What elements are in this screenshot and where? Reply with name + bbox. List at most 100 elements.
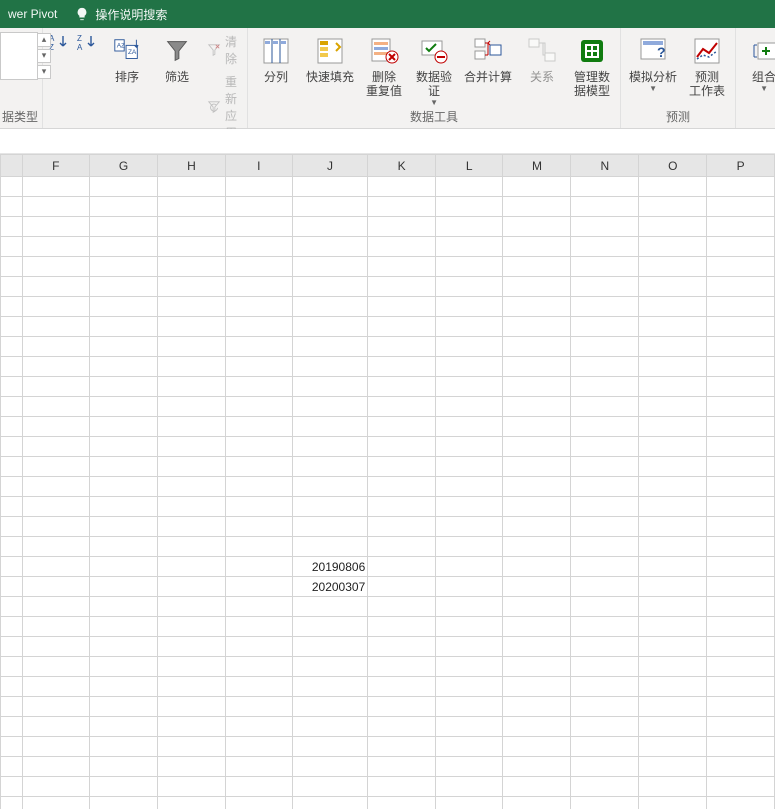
cell[interactable] — [158, 577, 226, 597]
row-gutter[interactable] — [1, 417, 23, 437]
cell[interactable] — [158, 657, 226, 677]
relationships-button[interactable]: 关系 — [520, 32, 564, 84]
cell[interactable] — [90, 777, 158, 797]
cell[interactable] — [292, 277, 367, 297]
cell[interactable] — [90, 677, 158, 697]
cell[interactable] — [571, 537, 639, 557]
cell[interactable] — [368, 397, 436, 417]
cell[interactable] — [292, 477, 367, 497]
data-validation-button[interactable]: 数据验 证 ▼ — [412, 32, 456, 107]
sort-button[interactable]: AZZA 排序 — [105, 32, 149, 84]
cell[interactable] — [639, 597, 707, 617]
cell[interactable] — [158, 757, 226, 777]
cell[interactable] — [639, 657, 707, 677]
row-gutter[interactable] — [1, 797, 23, 809]
cell[interactable] — [639, 197, 707, 217]
flash-fill-button[interactable]: 快速填充 — [304, 32, 356, 84]
cell[interactable] — [22, 797, 90, 809]
cell[interactable] — [571, 277, 639, 297]
row-gutter[interactable] — [1, 557, 23, 577]
cell[interactable] — [22, 677, 90, 697]
cell[interactable] — [707, 677, 775, 697]
cell[interactable] — [639, 537, 707, 557]
cell[interactable] — [435, 557, 502, 577]
cell[interactable] — [225, 497, 292, 517]
whatif-analysis-button[interactable]: ? 模拟分析 ▼ — [627, 32, 679, 93]
cell[interactable] — [639, 797, 707, 809]
cell[interactable] — [158, 597, 226, 617]
cell[interactable] — [707, 597, 775, 617]
cell[interactable] — [435, 417, 502, 437]
row-gutter[interactable] — [1, 637, 23, 657]
cell[interactable] — [639, 217, 707, 237]
cell[interactable] — [22, 397, 90, 417]
cell[interactable] — [292, 657, 367, 677]
cell[interactable] — [22, 497, 90, 517]
cell[interactable] — [292, 677, 367, 697]
cell[interactable] — [225, 577, 292, 597]
column-header-G[interactable]: G — [90, 155, 158, 177]
cell[interactable] — [707, 537, 775, 557]
cell[interactable] — [22, 437, 90, 457]
cell[interactable] — [639, 397, 707, 417]
cell[interactable] — [225, 177, 292, 197]
cell[interactable] — [435, 517, 502, 537]
cell[interactable] — [158, 197, 226, 217]
cell[interactable] — [292, 437, 367, 457]
cell[interactable] — [571, 757, 639, 777]
cell[interactable] — [225, 477, 292, 497]
cell[interactable] — [707, 777, 775, 797]
cell[interactable] — [571, 497, 639, 517]
cell[interactable] — [225, 417, 292, 437]
cell[interactable] — [707, 717, 775, 737]
cell[interactable] — [503, 597, 571, 617]
row-gutter[interactable] — [1, 477, 23, 497]
cell[interactable] — [571, 517, 639, 537]
cell[interactable] — [707, 357, 775, 377]
cell[interactable] — [435, 237, 502, 257]
cell[interactable] — [158, 537, 226, 557]
expand-icon[interactable]: ▾ — [37, 65, 51, 79]
cell[interactable] — [90, 517, 158, 537]
cell[interactable] — [158, 557, 226, 577]
cell[interactable] — [158, 457, 226, 477]
row-gutter[interactable] — [1, 277, 23, 297]
cell[interactable] — [571, 577, 639, 597]
cell[interactable] — [225, 617, 292, 637]
cell[interactable] — [158, 277, 226, 297]
cell[interactable] — [435, 317, 502, 337]
cell[interactable] — [639, 457, 707, 477]
cell[interactable] — [22, 217, 90, 237]
cell[interactable] — [90, 657, 158, 677]
cell[interactable] — [503, 177, 571, 197]
cell[interactable] — [368, 517, 436, 537]
cell[interactable] — [225, 317, 292, 337]
cell[interactable] — [639, 277, 707, 297]
cell[interactable] — [571, 357, 639, 377]
cell[interactable] — [707, 437, 775, 457]
cell[interactable] — [435, 497, 502, 517]
cell[interactable] — [503, 497, 571, 517]
row-gutter[interactable] — [1, 497, 23, 517]
cell[interactable] — [158, 177, 226, 197]
cell[interactable] — [158, 777, 226, 797]
cell[interactable] — [707, 277, 775, 297]
cell[interactable] — [639, 717, 707, 737]
tell-me-search[interactable]: 操作说明搜索 — [75, 6, 167, 23]
cell[interactable] — [368, 477, 436, 497]
cell[interactable] — [707, 457, 775, 477]
cell[interactable] — [707, 257, 775, 277]
column-header-O[interactable]: O — [639, 155, 707, 177]
row-gutter[interactable] — [1, 597, 23, 617]
cell[interactable] — [225, 377, 292, 397]
cell[interactable] — [571, 677, 639, 697]
cell[interactable] — [90, 757, 158, 777]
cell[interactable] — [225, 397, 292, 417]
cell[interactable] — [435, 717, 502, 737]
row-gutter[interactable] — [1, 677, 23, 697]
cell[interactable] — [90, 217, 158, 237]
cell[interactable] — [158, 257, 226, 277]
cell[interactable] — [435, 797, 502, 809]
cell[interactable] — [503, 377, 571, 397]
row-gutter[interactable] — [1, 377, 23, 397]
